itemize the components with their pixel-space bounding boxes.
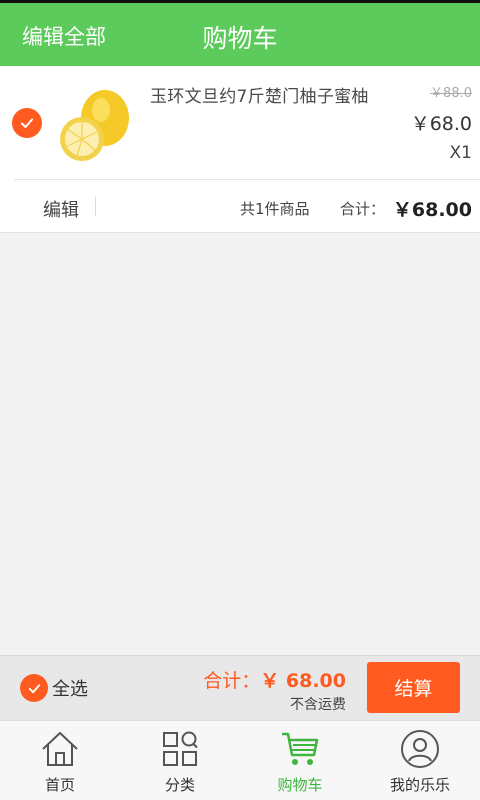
checkout-bar: 全选 合计：￥ 68.00 不含运费 结算 [0,655,480,720]
item-name[interactable]: 玉环文旦约7斤楚门柚子蜜柚 [150,82,369,107]
divider [95,196,96,216]
tab-cart[interactable]: 购物车 [240,721,360,800]
tab-home[interactable]: 首页 [0,721,120,800]
category-icon [163,731,198,766]
tab-label: 购物车 [277,776,323,794]
item-quantity: X1 [449,143,472,163]
divider [14,179,480,180]
cart-item-card: 玉环文旦约7斤楚门柚子蜜柚 ￥88.0 ￥68.0 X1 编辑 共1件商品 合计… [0,66,480,233]
item-price: ￥68.0 [410,113,472,135]
checkmark-icon [28,683,40,693]
select-all-label: 全选 [52,679,88,700]
page-title: 购物车 [202,24,278,53]
select-all-toggle[interactable]: 全选 [20,674,88,702]
subtotal-value: ￥68.00 [392,199,472,221]
tab-category[interactable]: 分类 [120,721,240,800]
profile-icon [401,730,439,768]
total-label: 合计： [203,670,261,692]
pomelo-image[interactable] [55,84,135,164]
item-count: 共1件商品 [240,200,310,218]
bottom-tab-bar: 首页 分类 购物车 我的乐乐 [0,720,480,800]
edit-button[interactable]: 编辑 [43,196,79,222]
item-checkbox[interactable] [12,108,42,138]
tab-label: 分类 [164,776,195,794]
checkout-button[interactable]: 结算 [367,662,460,713]
subtotal-label: 合计： [340,200,386,218]
select-all-checkbox[interactable] [20,674,48,702]
checkmark-icon [21,118,33,128]
total-line: 合计：￥ 68.00 [203,666,346,693]
tab-profile[interactable]: 我的乐乐 [360,721,480,800]
item-original-price: ￥88.0 [430,86,472,101]
top-bar: 编辑全部 购物车 [0,3,480,66]
cart-icon [282,732,319,765]
shipping-note: 不含运费 [290,697,346,713]
total-value: ￥ 68.00 [260,670,346,692]
home-icon [42,732,78,766]
tab-label: 我的乐乐 [389,776,450,794]
tab-label: 首页 [44,776,75,794]
